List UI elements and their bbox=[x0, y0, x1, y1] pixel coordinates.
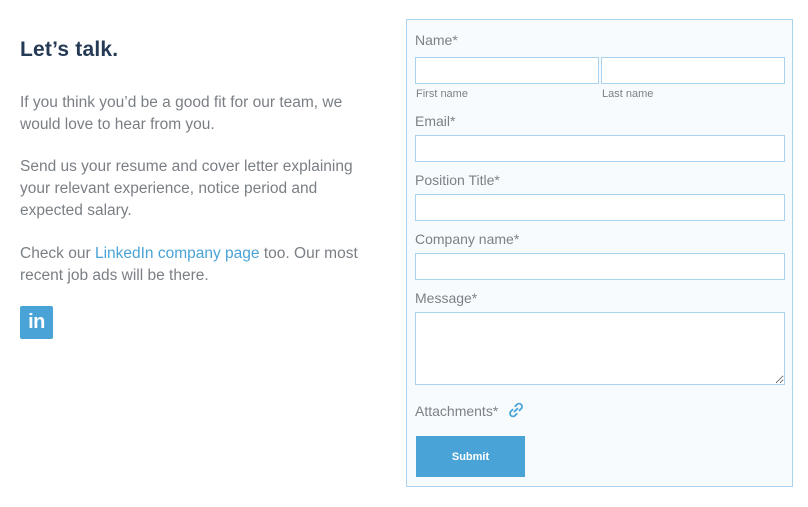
name-label: Name* bbox=[415, 32, 458, 48]
last-name-input[interactable] bbox=[601, 57, 785, 84]
submit-button[interactable]: Submit bbox=[416, 436, 525, 477]
application-form: Name* First name Last name Email* Positi… bbox=[406, 19, 793, 487]
position-title-label: Position Title* bbox=[415, 172, 500, 188]
message-textarea[interactable] bbox=[415, 312, 785, 385]
message-label: Message* bbox=[415, 290, 478, 306]
linkedin-company-link[interactable]: LinkedIn company page bbox=[95, 245, 260, 262]
linkedin-icon[interactable]: in bbox=[20, 306, 53, 339]
linkedin-paragraph-lead: Check our bbox=[20, 245, 95, 262]
attachment-link-icon-svg bbox=[509, 402, 523, 418]
email-field[interactable] bbox=[415, 135, 785, 162]
first-name-input[interactable] bbox=[415, 57, 599, 84]
attachments-label: Attachments* bbox=[415, 403, 499, 419]
page-title: Let’s talk. bbox=[20, 38, 119, 61]
position-title-input[interactable] bbox=[415, 194, 785, 221]
first-name-caption: First name bbox=[416, 88, 468, 100]
last-name-caption: Last name bbox=[602, 88, 654, 100]
instructions-paragraph: Send us your resume and cover letter exp… bbox=[20, 158, 353, 219]
contact-info: Let’s talk. If you think you’d be a good… bbox=[20, 36, 360, 339]
intro-paragraph: If you think you’d be a good fit for our… bbox=[20, 94, 343, 133]
careers-contact-page: Let’s talk. If you think you’d be a good… bbox=[0, 0, 808, 507]
email-label: Email* bbox=[415, 113, 456, 129]
attachment-link-icon[interactable] bbox=[506, 400, 526, 420]
company-name-input[interactable] bbox=[415, 253, 785, 280]
linkedin-paragraph: Check our LinkedIn company page too. Our… bbox=[20, 243, 360, 287]
linkedin-icon-glyph: in bbox=[28, 311, 45, 333]
company-name-label: Company name* bbox=[415, 231, 520, 247]
